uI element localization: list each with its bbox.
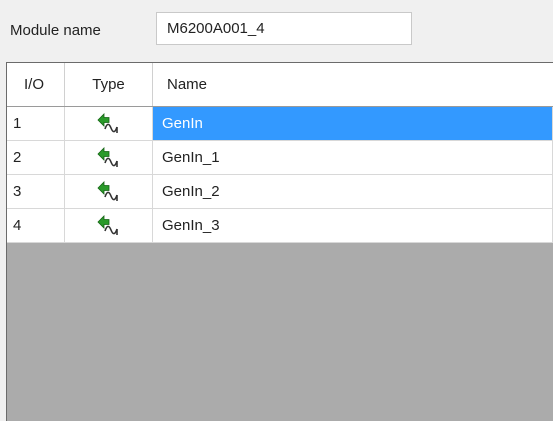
name-cell: GenIn_1	[153, 141, 553, 174]
io-table: I/O Type Name 1 GenIn 2 GenIn_1 3 GenIn_…	[6, 62, 553, 421]
module-name-field[interactable]: M6200A001_4	[156, 12, 412, 45]
table-row[interactable]: 4 GenIn_3	[7, 209, 553, 243]
io-cell: 4	[7, 209, 65, 242]
table-row[interactable]: 1 GenIn	[7, 107, 553, 141]
name-cell: GenIn_3	[153, 209, 553, 242]
type-cell	[65, 107, 153, 140]
column-header-io[interactable]: I/O	[7, 63, 65, 106]
name-cell: GenIn	[153, 107, 553, 140]
table-row[interactable]: 3 GenIn_2	[7, 175, 553, 209]
io-cell: 3	[7, 175, 65, 208]
generator-input-icon	[96, 112, 118, 133]
type-cell	[65, 175, 153, 208]
type-cell	[65, 209, 153, 242]
column-header-type[interactable]: Type	[65, 63, 153, 106]
generator-input-icon	[96, 180, 118, 201]
type-cell	[65, 141, 153, 174]
module-name-label: Module name	[10, 22, 101, 39]
table-header: I/O Type Name	[7, 63, 553, 107]
name-cell: GenIn_2	[153, 175, 553, 208]
io-cell: 1	[7, 107, 65, 140]
io-cell: 2	[7, 141, 65, 174]
generator-input-icon	[96, 146, 118, 167]
table-row[interactable]: 2 GenIn_1	[7, 141, 553, 175]
generator-input-icon	[96, 214, 118, 235]
column-header-name[interactable]: Name	[153, 63, 553, 106]
